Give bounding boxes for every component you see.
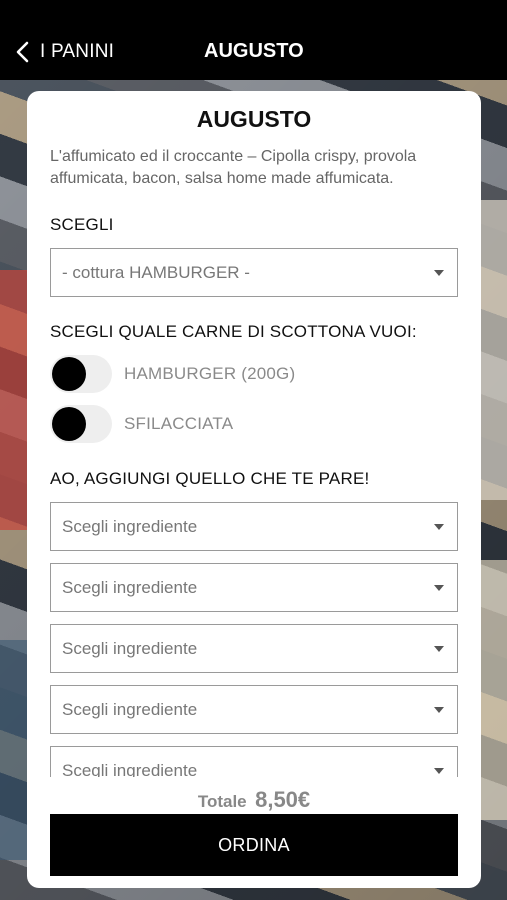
back-button-label: I PANINI <box>40 41 115 62</box>
navigation-bar: I PANINI AUGUSTO <box>0 0 507 80</box>
chevron-left-icon <box>16 41 29 63</box>
caret-down-icon <box>434 524 444 530</box>
product-title: AUGUSTO <box>196 106 312 132</box>
nav-title: AUGUSTO <box>204 40 304 62</box>
ingredient-select-value: Scegli ingrediente <box>62 577 198 597</box>
ingredient-select-value: Scegli ingrediente <box>62 699 198 719</box>
hamburger-label: HAMBURGER (200G) <box>124 364 296 383</box>
ingredient-select-value: Scegli ingrediente <box>62 638 198 658</box>
sfilacciata-toggle[interactable] <box>50 405 112 443</box>
caret-down-icon <box>434 585 444 591</box>
choose-label: SCEGLI <box>50 215 114 234</box>
ingredient-select[interactable]: Scegli ingrediente <box>50 624 458 673</box>
order-button[interactable]: ORDINA <box>50 814 458 876</box>
caret-down-icon <box>434 646 444 652</box>
ingredients-list[interactable]: Scegli ingrediente Scegli ingrediente Sc… <box>27 499 481 777</box>
background-photo <box>479 200 507 500</box>
cooking-select[interactable]: - cottura HAMBURGER - <box>50 248 458 297</box>
total-value: 8,50€ <box>255 787 311 812</box>
back-button[interactable]: I PANINI <box>14 38 114 66</box>
sfilacciata-label: SFILACCIATA <box>124 414 234 433</box>
meat-label: SCEGLI QUALE CARNE DI SCOTTONA VUOI: <box>50 322 417 341</box>
total-label: Totale <box>197 792 247 811</box>
ingredient-select[interactable]: Scegli ingrediente <box>50 502 458 551</box>
caret-down-icon <box>434 768 444 774</box>
meat-option-sfilacciata: SFILACCIATA <box>50 405 233 443</box>
ingredient-select[interactable]: Scegli ingrediente <box>50 746 458 777</box>
cooking-select-value: - cottura HAMBURGER - <box>62 262 250 282</box>
background-photo <box>479 560 507 820</box>
meat-option-hamburger: HAMBURGER (200G) <box>50 355 295 393</box>
background-photo <box>0 270 30 530</box>
ingredient-select-value: Scegli ingrediente <box>62 760 198 778</box>
caret-down-icon <box>434 270 444 276</box>
ingredient-select-value: Scegli ingrediente <box>62 516 198 536</box>
product-description: L'affumicato ed il croccante – Cipolla c… <box>50 148 417 187</box>
caret-down-icon <box>434 707 444 713</box>
total-price: Totale 8,50€ <box>27 787 481 813</box>
extras-label: AO, AGGIUNGI QUELLO CHE TE PARE! <box>50 469 370 488</box>
background-photo <box>0 640 30 860</box>
hamburger-toggle[interactable] <box>50 355 112 393</box>
toggle-knob <box>52 407 86 441</box>
ingredient-select[interactable]: Scegli ingrediente <box>50 563 458 612</box>
ingredient-select[interactable]: Scegli ingrediente <box>50 685 458 734</box>
toggle-knob <box>52 357 86 391</box>
product-card: AUGUSTO L'affumicato ed il croccante – C… <box>27 91 481 888</box>
